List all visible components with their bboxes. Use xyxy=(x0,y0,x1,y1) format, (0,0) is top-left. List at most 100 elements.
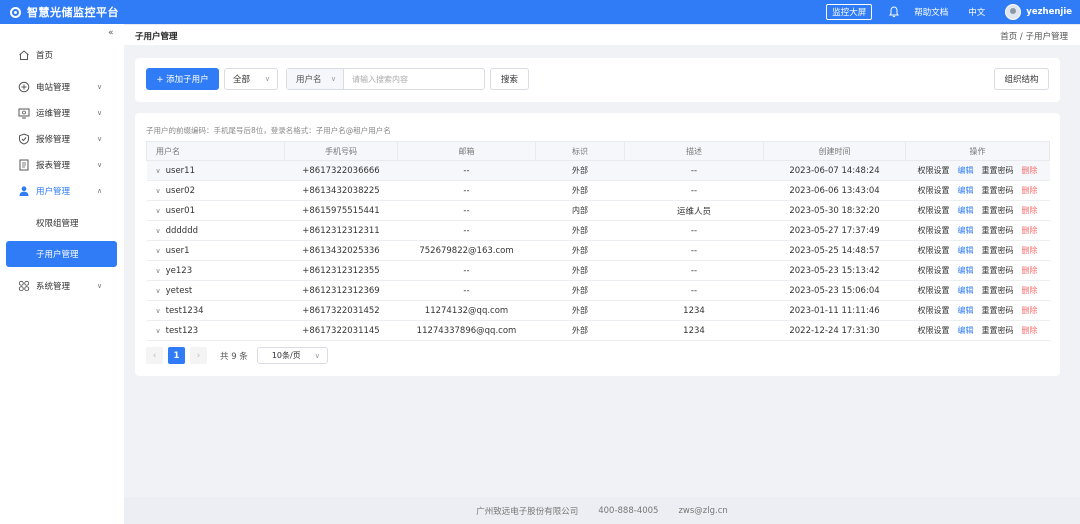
table-row[interactable]: ∨ ye123 +8612312312355 -- 外部 -- 2023-05-23 15:… xyxy=(146,260,1050,281)
page-size-value: 10条/页 xyxy=(271,351,301,360)
delete-link[interactable]: 删除 xyxy=(1022,166,1038,175)
reset-password-link[interactable]: 重置密码 xyxy=(982,286,1014,295)
cell-tag: 外部 xyxy=(535,240,625,261)
expand-row-icon[interactable]: ∨ xyxy=(156,207,161,215)
table-row[interactable]: ∨ dddddd +8612312312311 -- 外部 -- 2023-05-27 17… xyxy=(146,220,1050,241)
top-header: 智慧光储监控平台 监控大屏 帮助文档 中文 yezhenjie xyxy=(0,0,1080,24)
add-sub-user-button[interactable]: + 添加子用户 xyxy=(146,68,219,90)
avatar[interactable] xyxy=(1005,4,1022,20)
edit-link[interactable]: 编辑 xyxy=(958,286,974,295)
delete-link[interactable]: 删除 xyxy=(1022,246,1038,255)
cell-tag: 外部 xyxy=(535,280,625,301)
sidebar-item-users[interactable]: 用户管理 ∧ xyxy=(0,178,124,204)
sidebar-item-system[interactable]: 系统管理 ∨ xyxy=(0,273,124,299)
reset-password-link[interactable]: 重置密码 xyxy=(982,246,1014,255)
table-row[interactable]: ∨ user11 +8617322036666 -- 外部 -- 2023-06-07 14… xyxy=(146,160,1050,181)
expand-row-icon[interactable]: ∨ xyxy=(156,227,161,235)
collapse-sidebar-icon[interactable]: « xyxy=(108,28,114,38)
sidebar-item-reports[interactable]: 报表管理 ∨ xyxy=(0,152,124,178)
sidebar-item-permission-groups[interactable]: 权限组管理 xyxy=(0,210,124,236)
cell-description: 1234 xyxy=(624,320,764,341)
app-logo[interactable]: 智慧光储监控平台 xyxy=(10,4,119,20)
expand-row-icon[interactable]: ∨ xyxy=(156,287,161,295)
reset-password-link[interactable]: 重置密码 xyxy=(982,266,1014,275)
permission-settings-link[interactable]: 权限设置 xyxy=(918,206,950,215)
delete-link[interactable]: 删除 xyxy=(1022,206,1038,215)
monitor-screen-button[interactable]: 监控大屏 xyxy=(826,4,873,20)
expand-row-icon[interactable]: ∨ xyxy=(156,267,161,275)
reset-password-link[interactable]: 重置密码 xyxy=(982,206,1014,215)
cell-actions: 权限设置 编辑 重置密码 删除 xyxy=(905,200,1050,221)
permission-settings-link[interactable]: 权限设置 xyxy=(918,186,950,195)
language-switch[interactable]: 中文 xyxy=(968,6,985,18)
edit-link[interactable]: 编辑 xyxy=(958,206,974,215)
edit-link[interactable]: 编辑 xyxy=(958,306,974,315)
cell-phone: +8612312312311 xyxy=(284,220,398,241)
delete-link[interactable]: 删除 xyxy=(1022,306,1038,315)
page-number-current[interactable]: 1 xyxy=(168,347,185,364)
permission-settings-link[interactable]: 权限设置 xyxy=(918,246,950,255)
org-structure-button[interactable]: 组织结构 xyxy=(994,68,1049,90)
reset-password-link[interactable]: 重置密码 xyxy=(982,306,1014,315)
search-button[interactable]: 搜索 xyxy=(490,68,529,90)
table-row[interactable]: ∨ yetest +8612312312369 -- 外部 -- 2023-05-23 15… xyxy=(146,280,1050,301)
help-docs-link[interactable]: 帮助文档 xyxy=(914,6,948,18)
delete-link[interactable]: 删除 xyxy=(1022,326,1038,335)
table-row[interactable]: ∨ user02 +8613432038225 -- 外部 -- 2023-06-06 13… xyxy=(146,180,1050,201)
permission-settings-link[interactable]: 权限设置 xyxy=(918,286,950,295)
sidebar-item-repair[interactable]: 报修管理 ∨ xyxy=(0,126,124,152)
reset-password-link[interactable]: 重置密码 xyxy=(982,326,1014,335)
cell-created-time: 2023-06-07 14:48:24 xyxy=(763,160,906,181)
page-size-select[interactable]: 10条/页 ∨ xyxy=(256,347,328,364)
expand-row-icon[interactable]: ∨ xyxy=(156,327,161,335)
reset-password-link[interactable]: 重置密码 xyxy=(982,166,1014,175)
bell-icon[interactable] xyxy=(889,6,900,18)
delete-link[interactable]: 删除 xyxy=(1022,186,1038,195)
permission-settings-link[interactable]: 权限设置 xyxy=(918,306,950,315)
edit-link[interactable]: 编辑 xyxy=(958,266,974,275)
edit-link[interactable]: 编辑 xyxy=(958,166,974,175)
delete-link[interactable]: 删除 xyxy=(1022,266,1038,275)
sidebar-item-home[interactable]: 首页 xyxy=(0,42,124,68)
edit-link[interactable]: 编辑 xyxy=(958,186,974,195)
search-input[interactable] xyxy=(344,69,484,89)
sidebar-item-sub-users[interactable]: 子用户管理 xyxy=(6,241,117,267)
next-page-button[interactable]: › xyxy=(190,347,207,364)
breadcrumb[interactable]: 首页 / 子用户管理 xyxy=(1000,30,1068,42)
cell-tag: 外部 xyxy=(535,160,625,181)
sidebar-item-station[interactable]: 电站管理 ∨ xyxy=(0,74,124,100)
expand-row-icon[interactable]: ∨ xyxy=(156,187,161,195)
permission-settings-link[interactable]: 权限设置 xyxy=(918,226,950,235)
expand-row-icon[interactable]: ∨ xyxy=(156,307,161,315)
footer-email: zws@zlg.cn xyxy=(678,505,728,516)
edit-link[interactable]: 编辑 xyxy=(958,246,974,255)
filter-select[interactable]: 全部 ∨ xyxy=(224,68,278,90)
cell-tag: 外部 xyxy=(535,300,625,321)
table-row[interactable]: ∨ user1 +8613432025336 752679822@163.com 外部 -… xyxy=(146,240,1050,261)
delete-link[interactable]: 删除 xyxy=(1022,226,1038,235)
edit-link[interactable]: 编辑 xyxy=(958,326,974,335)
search-type-select[interactable]: 用户名 ∨ xyxy=(287,69,344,89)
permission-settings-link[interactable]: 权限设置 xyxy=(918,166,950,175)
expand-row-icon[interactable]: ∨ xyxy=(156,167,161,175)
delete-link[interactable]: 删除 xyxy=(1022,286,1038,295)
table-row[interactable]: ∨ user01 +8615975515441 -- 内部 运维人员 2023-05-30 … xyxy=(146,200,1050,221)
cell-username: ∨ test1234 xyxy=(146,300,285,321)
expand-row-icon[interactable]: ∨ xyxy=(156,247,161,255)
table-row[interactable]: ∨ test123 +8617322031145 11274337896@qq.com… xyxy=(146,320,1050,341)
cell-email: -- xyxy=(397,200,536,221)
cell-username: ∨ dddddd xyxy=(146,220,285,241)
sidebar-item-ops[interactable]: 运维管理 ∨ xyxy=(0,100,124,126)
cell-email: -- xyxy=(397,260,536,281)
reset-password-link[interactable]: 重置密码 xyxy=(982,226,1014,235)
cell-actions: 权限设置 编辑 重置密码 删除 xyxy=(905,260,1050,281)
username[interactable]: yezhenjie xyxy=(1026,7,1072,17)
reset-password-link[interactable]: 重置密码 xyxy=(982,186,1014,195)
permission-settings-link[interactable]: 权限设置 xyxy=(918,326,950,335)
prev-page-button[interactable]: ‹ xyxy=(146,347,163,364)
prefix-hint-text: 子用户的前缀编码：手机尾号后8位，登录名格式：子用户名@租户用户名 xyxy=(146,126,391,135)
edit-link[interactable]: 编辑 xyxy=(958,226,974,235)
permission-settings-link[interactable]: 权限设置 xyxy=(918,266,950,275)
cell-username: ∨ user01 xyxy=(146,200,285,221)
table-row[interactable]: ∨ test1234 +8617322031452 11274132@qq.com 外部… xyxy=(146,300,1050,321)
